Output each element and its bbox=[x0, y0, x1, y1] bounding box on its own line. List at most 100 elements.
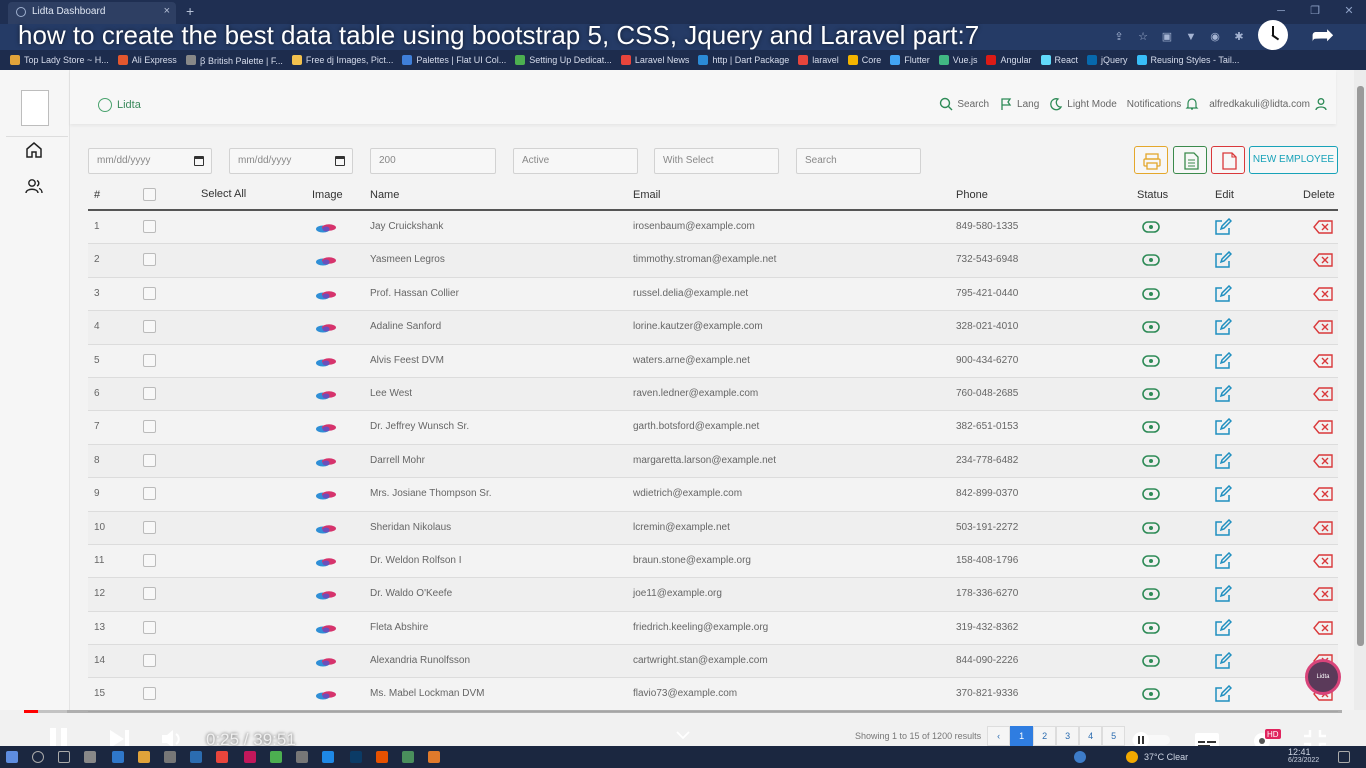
row-checkbox[interactable] bbox=[143, 386, 156, 400]
edge-icon[interactable] bbox=[112, 751, 124, 763]
per-page-input[interactable]: 200 bbox=[370, 148, 496, 174]
delete-icon[interactable] bbox=[1313, 454, 1333, 468]
new-employee-button[interactable]: NEW EMPLOYEE bbox=[1249, 146, 1338, 174]
export-excel-button[interactable] bbox=[1173, 146, 1207, 174]
delete-icon[interactable] bbox=[1313, 387, 1333, 401]
row-checkbox[interactable] bbox=[143, 487, 156, 501]
eye-status-icon[interactable] bbox=[1142, 687, 1160, 701]
chat-fab-button[interactable]: Lidta bbox=[1305, 659, 1341, 695]
delete-icon[interactable] bbox=[1313, 353, 1333, 368]
table-row[interactable]: 14 Alexandria Runolfsson cartwright.stan@e… bbox=[88, 645, 1338, 679]
col-select-all[interactable]: Select All bbox=[201, 188, 246, 200]
bookmark-star-icon[interactable]: ☆ bbox=[1136, 30, 1150, 44]
illustrator-icon[interactable] bbox=[376, 751, 388, 763]
pagination-page[interactable]: 2 bbox=[1033, 726, 1057, 746]
eye-status-icon[interactable] bbox=[1142, 654, 1160, 668]
task-view-icon[interactable] bbox=[58, 751, 70, 763]
edit-icon[interactable] bbox=[1214, 618, 1232, 637]
delete-icon[interactable] bbox=[1313, 287, 1333, 301]
eye-status-icon[interactable] bbox=[1142, 420, 1160, 434]
bookmark-item[interactable]: http | Dart Package bbox=[698, 55, 789, 65]
eye-status-icon[interactable] bbox=[1142, 320, 1160, 334]
bookmark-item[interactable]: Angular bbox=[986, 55, 1032, 65]
row-checkbox[interactable] bbox=[143, 553, 156, 567]
row-checkbox[interactable] bbox=[143, 453, 156, 467]
pagination-page[interactable]: 3 bbox=[1056, 726, 1080, 746]
delete-icon[interactable] bbox=[1313, 253, 1333, 268]
col-name[interactable]: Name bbox=[370, 189, 399, 201]
nav-notifications[interactable]: Notifications bbox=[1127, 97, 1199, 111]
edit-icon[interactable] bbox=[1214, 251, 1232, 269]
table-row[interactable]: 9 Mrs. Josiane Thompson Sr. wdietrich@exam… bbox=[88, 478, 1338, 512]
row-checkbox[interactable] bbox=[143, 420, 156, 434]
edit-icon[interactable] bbox=[1214, 551, 1232, 570]
table-row[interactable]: 5 Alvis Feest DVM waters.arne@example.net 9… bbox=[88, 345, 1338, 378]
col-phone[interactable]: Phone bbox=[956, 189, 988, 201]
pagination-prev[interactable]: ‹ bbox=[987, 726, 1011, 746]
bookmark-item[interactable]: Free dj Images, Pict... bbox=[291, 55, 393, 65]
pagination-page[interactable]: 4 bbox=[1079, 726, 1103, 746]
bookmark-item[interactable]: ꞵ British Palette | F... bbox=[185, 54, 283, 67]
settings-icon[interactable]: ✱ bbox=[1232, 30, 1246, 44]
export-pdf-button[interactable] bbox=[1211, 146, 1245, 174]
chrome-icon[interactable] bbox=[270, 751, 282, 763]
table-row[interactable]: 15 Ms. Mabel Lockman DVM flavio73@example.… bbox=[88, 678, 1338, 712]
eye-status-icon[interactable] bbox=[1142, 621, 1160, 635]
table-row[interactable]: 7 Dr. Jeffrey Wunsch Sr. garth.botsford@ex… bbox=[88, 411, 1338, 445]
table-row[interactable]: 8 Darrell Mohr margaretta.larson@example.n… bbox=[88, 444, 1338, 479]
app-icon[interactable] bbox=[296, 751, 308, 763]
eye-status-icon[interactable] bbox=[1142, 454, 1160, 468]
eye-status-icon[interactable] bbox=[1142, 387, 1160, 401]
delete-icon[interactable] bbox=[1313, 420, 1333, 435]
download-icon[interactable]: ▼ bbox=[1184, 30, 1198, 44]
row-checkbox[interactable] bbox=[143, 286, 156, 300]
bookmark-item[interactable]: Reusing Styles - Tail... bbox=[1136, 55, 1239, 65]
nav-light-mode[interactable]: Light Mode bbox=[1049, 97, 1117, 111]
bookmark-item[interactable]: Top Lady Store ~ H... bbox=[10, 55, 109, 65]
users-icon[interactable] bbox=[24, 176, 46, 198]
nav-lang[interactable]: Lang bbox=[999, 97, 1039, 111]
bookmark-item[interactable]: Flutter bbox=[890, 55, 930, 65]
brand[interactable]: Lidta bbox=[98, 98, 141, 112]
edit-icon[interactable] bbox=[1214, 685, 1232, 703]
widgets-icon[interactable] bbox=[84, 751, 96, 763]
home-icon[interactable] bbox=[24, 140, 46, 162]
delete-icon[interactable] bbox=[1313, 220, 1333, 234]
eye-status-icon[interactable] bbox=[1142, 287, 1160, 301]
close-window-icon[interactable]: ✕ bbox=[1332, 0, 1366, 24]
delete-icon[interactable] bbox=[1313, 320, 1333, 334]
tab-close-icon[interactable]: × bbox=[164, 5, 170, 17]
eye-status-icon[interactable] bbox=[1142, 220, 1160, 234]
delete-icon[interactable] bbox=[1313, 554, 1333, 568]
delete-icon[interactable] bbox=[1313, 587, 1333, 601]
edit-icon[interactable] bbox=[1214, 518, 1232, 537]
table-row[interactable]: 13 Fleta Abshire friedrich.keeling@example… bbox=[88, 612, 1338, 646]
row-checkbox[interactable] bbox=[143, 687, 156, 701]
eye-status-icon[interactable] bbox=[1142, 554, 1160, 568]
row-checkbox[interactable] bbox=[143, 220, 156, 233]
scrollbar-thumb[interactable] bbox=[1357, 86, 1364, 646]
table-row[interactable]: 3 Prof. Hassan Collier russel.delia@exampl… bbox=[88, 278, 1338, 312]
file-explorer-icon[interactable] bbox=[138, 751, 150, 763]
search-input[interactable]: Search bbox=[796, 148, 921, 174]
photoshop-icon[interactable] bbox=[350, 751, 362, 763]
edit-icon[interactable] bbox=[1214, 351, 1232, 370]
bookmark-item[interactable]: Laravel News bbox=[620, 55, 689, 65]
date-from-input[interactable]: mm/dd/yyyy bbox=[88, 148, 212, 174]
bookmark-item[interactable]: Setting Up Dedicat... bbox=[515, 55, 612, 65]
extension-icon[interactable]: ◉ bbox=[1208, 30, 1222, 44]
delete-icon[interactable] bbox=[1313, 620, 1333, 635]
select-all-checkbox[interactable] bbox=[143, 188, 156, 201]
share-page-icon[interactable]: ⇪ bbox=[1112, 30, 1126, 44]
help-icon[interactable] bbox=[1074, 751, 1086, 763]
bookmark-item[interactable]: Ali Express bbox=[117, 55, 177, 65]
pagination-page[interactable]: 1 bbox=[1010, 726, 1034, 746]
bookmark-item[interactable]: laravel bbox=[798, 55, 839, 65]
calendar-icon[interactable] bbox=[194, 156, 204, 166]
chevron-down-icon[interactable] bbox=[676, 730, 690, 740]
row-checkbox[interactable] bbox=[143, 654, 156, 668]
new-tab-button[interactable]: + bbox=[186, 3, 194, 19]
bookmark-item[interactable]: React bbox=[1040, 55, 1078, 65]
pagination-page[interactable]: 5 bbox=[1102, 726, 1126, 746]
notification-center-icon[interactable] bbox=[1338, 751, 1350, 763]
